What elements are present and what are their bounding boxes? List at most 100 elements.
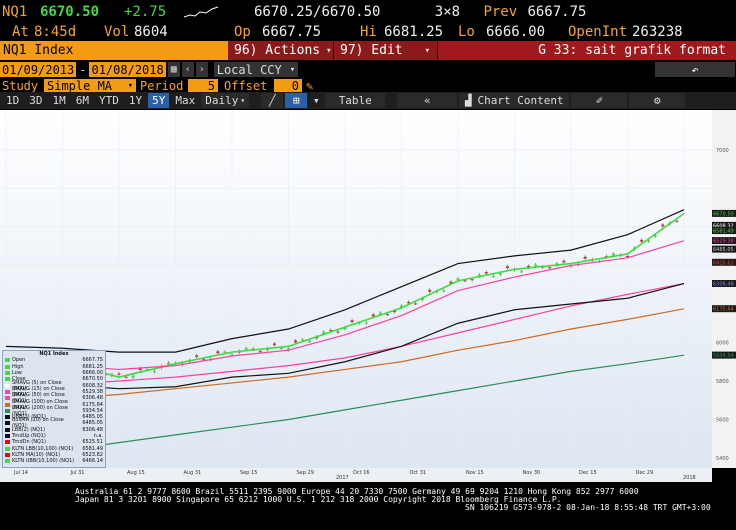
- legend-row: High 6681.25: [3, 364, 105, 370]
- study-type-select[interactable]: Simple MA ▾: [44, 79, 136, 93]
- chevron-down-icon: ▾: [127, 81, 133, 91]
- ticker: NQ1: [2, 4, 28, 20]
- candle-body: [336, 331, 340, 333]
- candle-body: [675, 220, 679, 222]
- x-tick-label: Jul 14: [13, 470, 28, 476]
- candle-body: [364, 322, 368, 324]
- low-label: Lo: [458, 23, 475, 40]
- legend-row: Low 6666.00: [3, 370, 105, 376]
- x-tick-label: Nov 30: [523, 470, 541, 476]
- chevron-down-icon[interactable]: ▾: [309, 93, 323, 108]
- graph-title: G 33: sait grafik format: [438, 41, 736, 60]
- study-type-value: Simple MA: [47, 79, 113, 93]
- start-date-input[interactable]: 01/09/2013: [0, 62, 77, 77]
- legend-swatch: [5, 440, 10, 445]
- calendar-icon[interactable]: ▦: [167, 62, 180, 77]
- legend-value: n.a.: [93, 433, 103, 439]
- candle-body: [647, 240, 651, 242]
- candle-body: [548, 267, 552, 269]
- quote-line-2: At 8:45d Vol 8604 Op 6667.75 Hi 6681.25 …: [0, 22, 736, 41]
- security-field[interactable]: NQ1 Index: [0, 41, 228, 60]
- pencil-icon[interactable]: ✎: [306, 79, 313, 93]
- collapse-left-icon[interactable]: «: [397, 93, 458, 108]
- x-tick-label: Oct 16: [353, 470, 370, 476]
- gear-icon[interactable]: ⚙: [629, 93, 686, 108]
- chart-content-button[interactable]: ▟ Chart Content: [459, 93, 570, 108]
- range-5y[interactable]: 5Y: [148, 93, 170, 108]
- table-button[interactable]: Table: [325, 93, 386, 108]
- candle-body: [258, 351, 262, 353]
- candle-chart-icon[interactable]: ⊞: [285, 93, 308, 108]
- legend-value: 6525.51: [82, 439, 103, 446]
- offset-input[interactable]: 0: [274, 79, 302, 93]
- range-1y[interactable]: 1Y: [125, 93, 146, 108]
- prev-close: 6667.75: [527, 4, 587, 20]
- edit-menu-button[interactable]: 97) Edit ▾: [334, 41, 438, 60]
- chart-legend: NQ1 Index Open 6667.75 High 6681.25 Low 6666.…: [2, 350, 106, 468]
- candle-body: [385, 314, 389, 316]
- candle-body: [414, 303, 418, 305]
- legend-swatch: [5, 358, 10, 363]
- range-1m[interactable]: 1M: [49, 93, 70, 108]
- price-label: 5934.54: [713, 353, 734, 359]
- frequency-select[interactable]: Daily ▾: [201, 93, 250, 108]
- legend-value: 6523.82: [82, 451, 103, 458]
- chart-content-label: Chart Content: [477, 94, 564, 107]
- legend-swatch: [5, 396, 10, 401]
- candle-body: [117, 373, 121, 375]
- legend-label: TrndUp (NQ1): [12, 433, 46, 439]
- legend-swatch: [5, 421, 10, 426]
- legend-value: 6667.75: [82, 357, 103, 364]
- range-ytd[interactable]: YTD: [95, 93, 123, 108]
- legend-swatch: [5, 434, 10, 438]
- candle-body: [484, 272, 488, 274]
- legend-value: 6581.49: [82, 445, 103, 452]
- legend-rows: Open 6667.75 High 6681.25 Low 6666.00 Close 667…: [3, 357, 105, 464]
- price-chart[interactable]: 700066006000580056005400 Jul 14Jul 31Aug…: [0, 110, 736, 482]
- end-date-input[interactable]: 01/08/2018: [89, 62, 166, 77]
- legend-row: BollMA (20) on Close (NQ1) 6485.05: [3, 417, 105, 429]
- legend-value: 6529.38: [82, 388, 103, 395]
- volume: 8604: [134, 23, 168, 40]
- legend-value: 6485.05: [82, 414, 103, 421]
- candle-body: [131, 375, 135, 378]
- candle-body: [470, 279, 474, 281]
- range-1d[interactable]: 1D: [2, 93, 23, 108]
- x-tick-label: Jul 31: [70, 470, 85, 476]
- candle-body: [244, 348, 248, 350]
- x-tick-label: Sep 29: [297, 470, 314, 476]
- candle-body: [428, 289, 432, 292]
- candle-body: [350, 320, 354, 323]
- annotate-icon[interactable]: ✐: [571, 93, 628, 108]
- legend-swatch: [5, 427, 10, 432]
- price-label: 6581.49: [713, 229, 734, 235]
- legend-swatch: [5, 383, 10, 388]
- candle-body: [520, 271, 524, 273]
- candle-body: [491, 276, 495, 278]
- next-period-button[interactable]: ›: [195, 62, 208, 77]
- chevron-down-icon: ▾: [326, 45, 332, 56]
- period-input[interactable]: 5: [188, 79, 218, 93]
- candle-body: [442, 290, 446, 292]
- currency-select[interactable]: Local CCY ▾: [213, 62, 299, 77]
- candle-body: [611, 253, 615, 256]
- legend-swatch: [5, 364, 10, 369]
- prev-period-button[interactable]: ‹: [181, 62, 194, 77]
- range-3d[interactable]: 3D: [25, 93, 46, 108]
- bid-price: 6670.25: [254, 4, 314, 20]
- y-tick-label: 5800: [716, 379, 729, 385]
- range-max[interactable]: Max: [171, 93, 199, 108]
- undo-icon[interactable]: ↶: [655, 62, 735, 77]
- legend-row: KLTN LBB(10,100) (NQ1) 6581.49: [3, 445, 105, 452]
- legend-row: KLTN UBB(10,100) (NQ1) 6466.14: [3, 458, 105, 464]
- legend-row: TrndDn (NQ1) 6525.51: [3, 439, 105, 445]
- candle-body: [371, 314, 375, 317]
- actions-menu-button[interactable]: 96) Actions ▾: [228, 41, 334, 60]
- range-6m[interactable]: 6M: [72, 93, 93, 108]
- x-tick-label: Aug 31: [184, 470, 202, 476]
- plot-background: [0, 110, 712, 468]
- candle-body: [124, 376, 128, 378]
- line-chart-icon[interactable]: ╱: [261, 93, 284, 108]
- footer: Australia 61 2 9777 8600 Brazil 5511 239…: [0, 485, 736, 530]
- candle-body: [152, 371, 156, 373]
